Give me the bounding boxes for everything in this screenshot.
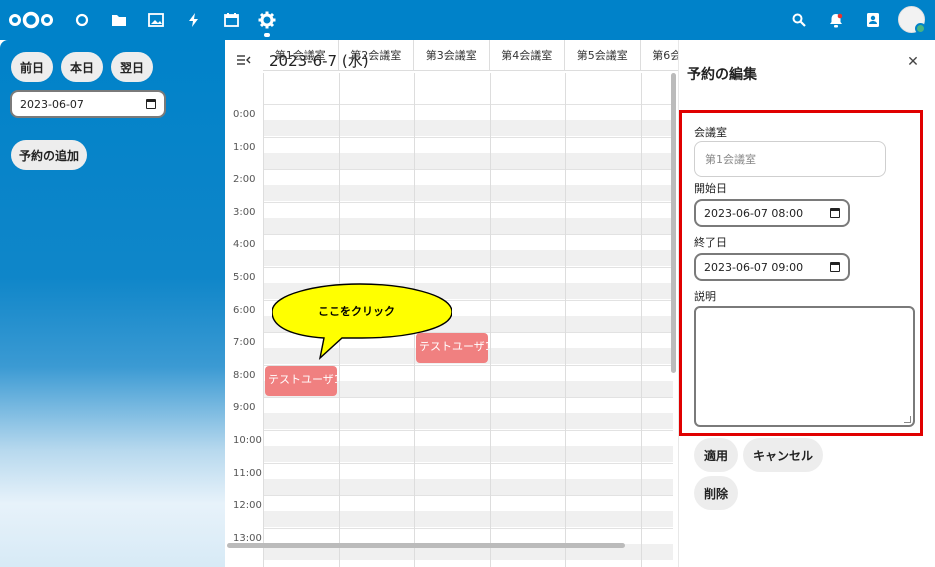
room-column-header: 第5会議室 — [565, 40, 641, 71]
time-label: 7:00 — [233, 337, 256, 349]
column-line — [640, 73, 642, 567]
time-label: 3:00 — [233, 206, 256, 218]
reservation-event[interactable]: テストユーザ1 — [265, 365, 337, 396]
time-label: 8:00 — [233, 369, 256, 381]
column-line — [489, 73, 491, 567]
time-label: 1:00 — [233, 141, 256, 153]
contacts-icon[interactable] — [863, 10, 883, 30]
room-name: 第3会議室 — [425, 49, 477, 62]
time-label: 10:00 — [233, 435, 262, 446]
next-day-button[interactable]: 翌日 — [111, 52, 153, 82]
event-label: テストユーザ1 — [268, 372, 337, 386]
time-label: 6:00 — [233, 304, 256, 316]
search-icon[interactable] — [789, 10, 809, 30]
room-input[interactable]: 第1会議室 — [694, 141, 886, 177]
description-label: 説明 — [694, 290, 716, 303]
callout-text: ここをクリック — [318, 305, 395, 318]
end-calendar-icon[interactable] — [830, 262, 840, 272]
start-datetime-value: 2023-06-07 08:00 — [704, 206, 804, 220]
half-hour-band[interactable] — [263, 446, 673, 462]
half-hour-band[interactable] — [263, 478, 673, 495]
time-label: 5:00 — [233, 272, 256, 283]
room-name: 第5会議室 — [576, 49, 628, 62]
online-status-icon — [915, 23, 926, 34]
room-name: 第2会議室 — [350, 49, 402, 62]
active-app-indicator — [264, 33, 270, 37]
prev-day-button[interactable]: 前日 — [11, 52, 53, 82]
dashboard-icon[interactable] — [72, 10, 92, 30]
activity-icon[interactable] — [184, 10, 204, 30]
hour-line — [263, 201, 673, 203]
hour-line — [263, 136, 673, 138]
half-hour-band[interactable] — [263, 250, 673, 267]
room-column-header: 第3会議室 — [414, 40, 490, 71]
room-column-header: 第1会議室 — [263, 40, 339, 71]
time-label: 4:00 — [233, 239, 256, 251]
date-picker-input[interactable]: 2023-06-07 — [10, 90, 166, 118]
hour-line — [263, 527, 673, 529]
column-line — [263, 73, 264, 567]
time-label: 0:00 — [233, 109, 256, 120]
calendar-picker-icon[interactable] — [146, 99, 156, 109]
hour-line — [263, 495, 673, 497]
delete-button[interactable]: 削除 — [694, 476, 738, 510]
half-hour-band[interactable] — [263, 413, 673, 430]
room-label: 会議室 — [694, 126, 727, 139]
half-hour-band[interactable] — [263, 185, 673, 202]
room-column-header: 第2会議室 — [338, 40, 414, 71]
half-hour-band[interactable] — [263, 152, 673, 169]
calendar-icon[interactable] — [221, 10, 241, 30]
hour-line — [263, 397, 673, 399]
column-line — [565, 73, 566, 567]
time-label: 2:00 — [233, 174, 256, 186]
edit-reservation-panel: 予約の編集 ✕ 会議室 第1会議室 開始日 2023-06-07 08:00 終… — [678, 40, 935, 567]
half-hour-band[interactable] — [263, 217, 673, 234]
apply-button[interactable]: 適用 — [694, 438, 738, 472]
close-icon[interactable]: ✕ — [905, 54, 921, 70]
add-reservation-button[interactable]: 予約の追加 — [11, 140, 87, 170]
horizontal-scrollbar[interactable] — [227, 543, 625, 548]
gear-icon[interactable] — [257, 10, 277, 30]
collapse-nav-icon[interactable] — [237, 54, 253, 68]
top-bar — [0, 0, 935, 40]
half-hour-band[interactable] — [263, 511, 673, 528]
cancel-button[interactable]: キャンセル — [743, 438, 823, 472]
room-column-header: 第4会議室 — [489, 40, 565, 71]
start-label: 開始日 — [694, 182, 727, 195]
end-label: 終了日 — [694, 236, 727, 249]
time-label: 12:00 — [233, 500, 262, 512]
bell-icon[interactable] — [826, 10, 846, 30]
room-name: 第1会議室 — [274, 49, 326, 62]
time-label: 11:00 — [233, 467, 262, 479]
hour-line — [263, 234, 673, 236]
room-name: 第4会議室 — [501, 49, 553, 62]
user-avatar[interactable] — [898, 6, 926, 34]
files-icon[interactable] — [109, 10, 129, 30]
panel-title: 予約の編集 — [687, 67, 757, 83]
resize-grip-icon[interactable] — [904, 416, 911, 423]
hour-line — [263, 104, 673, 105]
start-datetime-input[interactable]: 2023-06-07 08:00 — [694, 199, 850, 227]
date-picker-value: 2023-06-07 — [20, 97, 84, 111]
photos-icon[interactable] — [146, 10, 166, 30]
hour-line — [263, 169, 673, 171]
description-textarea[interactable] — [694, 306, 915, 427]
hour-line — [263, 430, 673, 431]
end-datetime-value: 2023-06-07 09:00 — [704, 260, 804, 274]
end-datetime-input[interactable]: 2023-06-07 09:00 — [694, 253, 850, 281]
room-name: 第6会議室 — [652, 49, 678, 62]
vertical-scrollbar[interactable] — [671, 73, 676, 373]
start-calendar-icon[interactable] — [830, 208, 840, 218]
today-button[interactable]: 本日 — [61, 52, 103, 82]
room-column-header: 第6会議室 — [640, 40, 678, 71]
click-here-callout: ここをクリック — [271, 282, 453, 365]
room-input-placeholder: 第1会議室 — [705, 153, 756, 166]
nextcloud-logo[interactable] — [8, 11, 54, 32]
time-label: 9:00 — [233, 402, 256, 414]
half-hour-band[interactable] — [263, 120, 673, 136]
hour-line — [263, 462, 673, 464]
hour-line — [263, 267, 673, 268]
left-navigation: 前日 本日 翌日 2023-06-07 予約の追加 — [0, 40, 225, 567]
